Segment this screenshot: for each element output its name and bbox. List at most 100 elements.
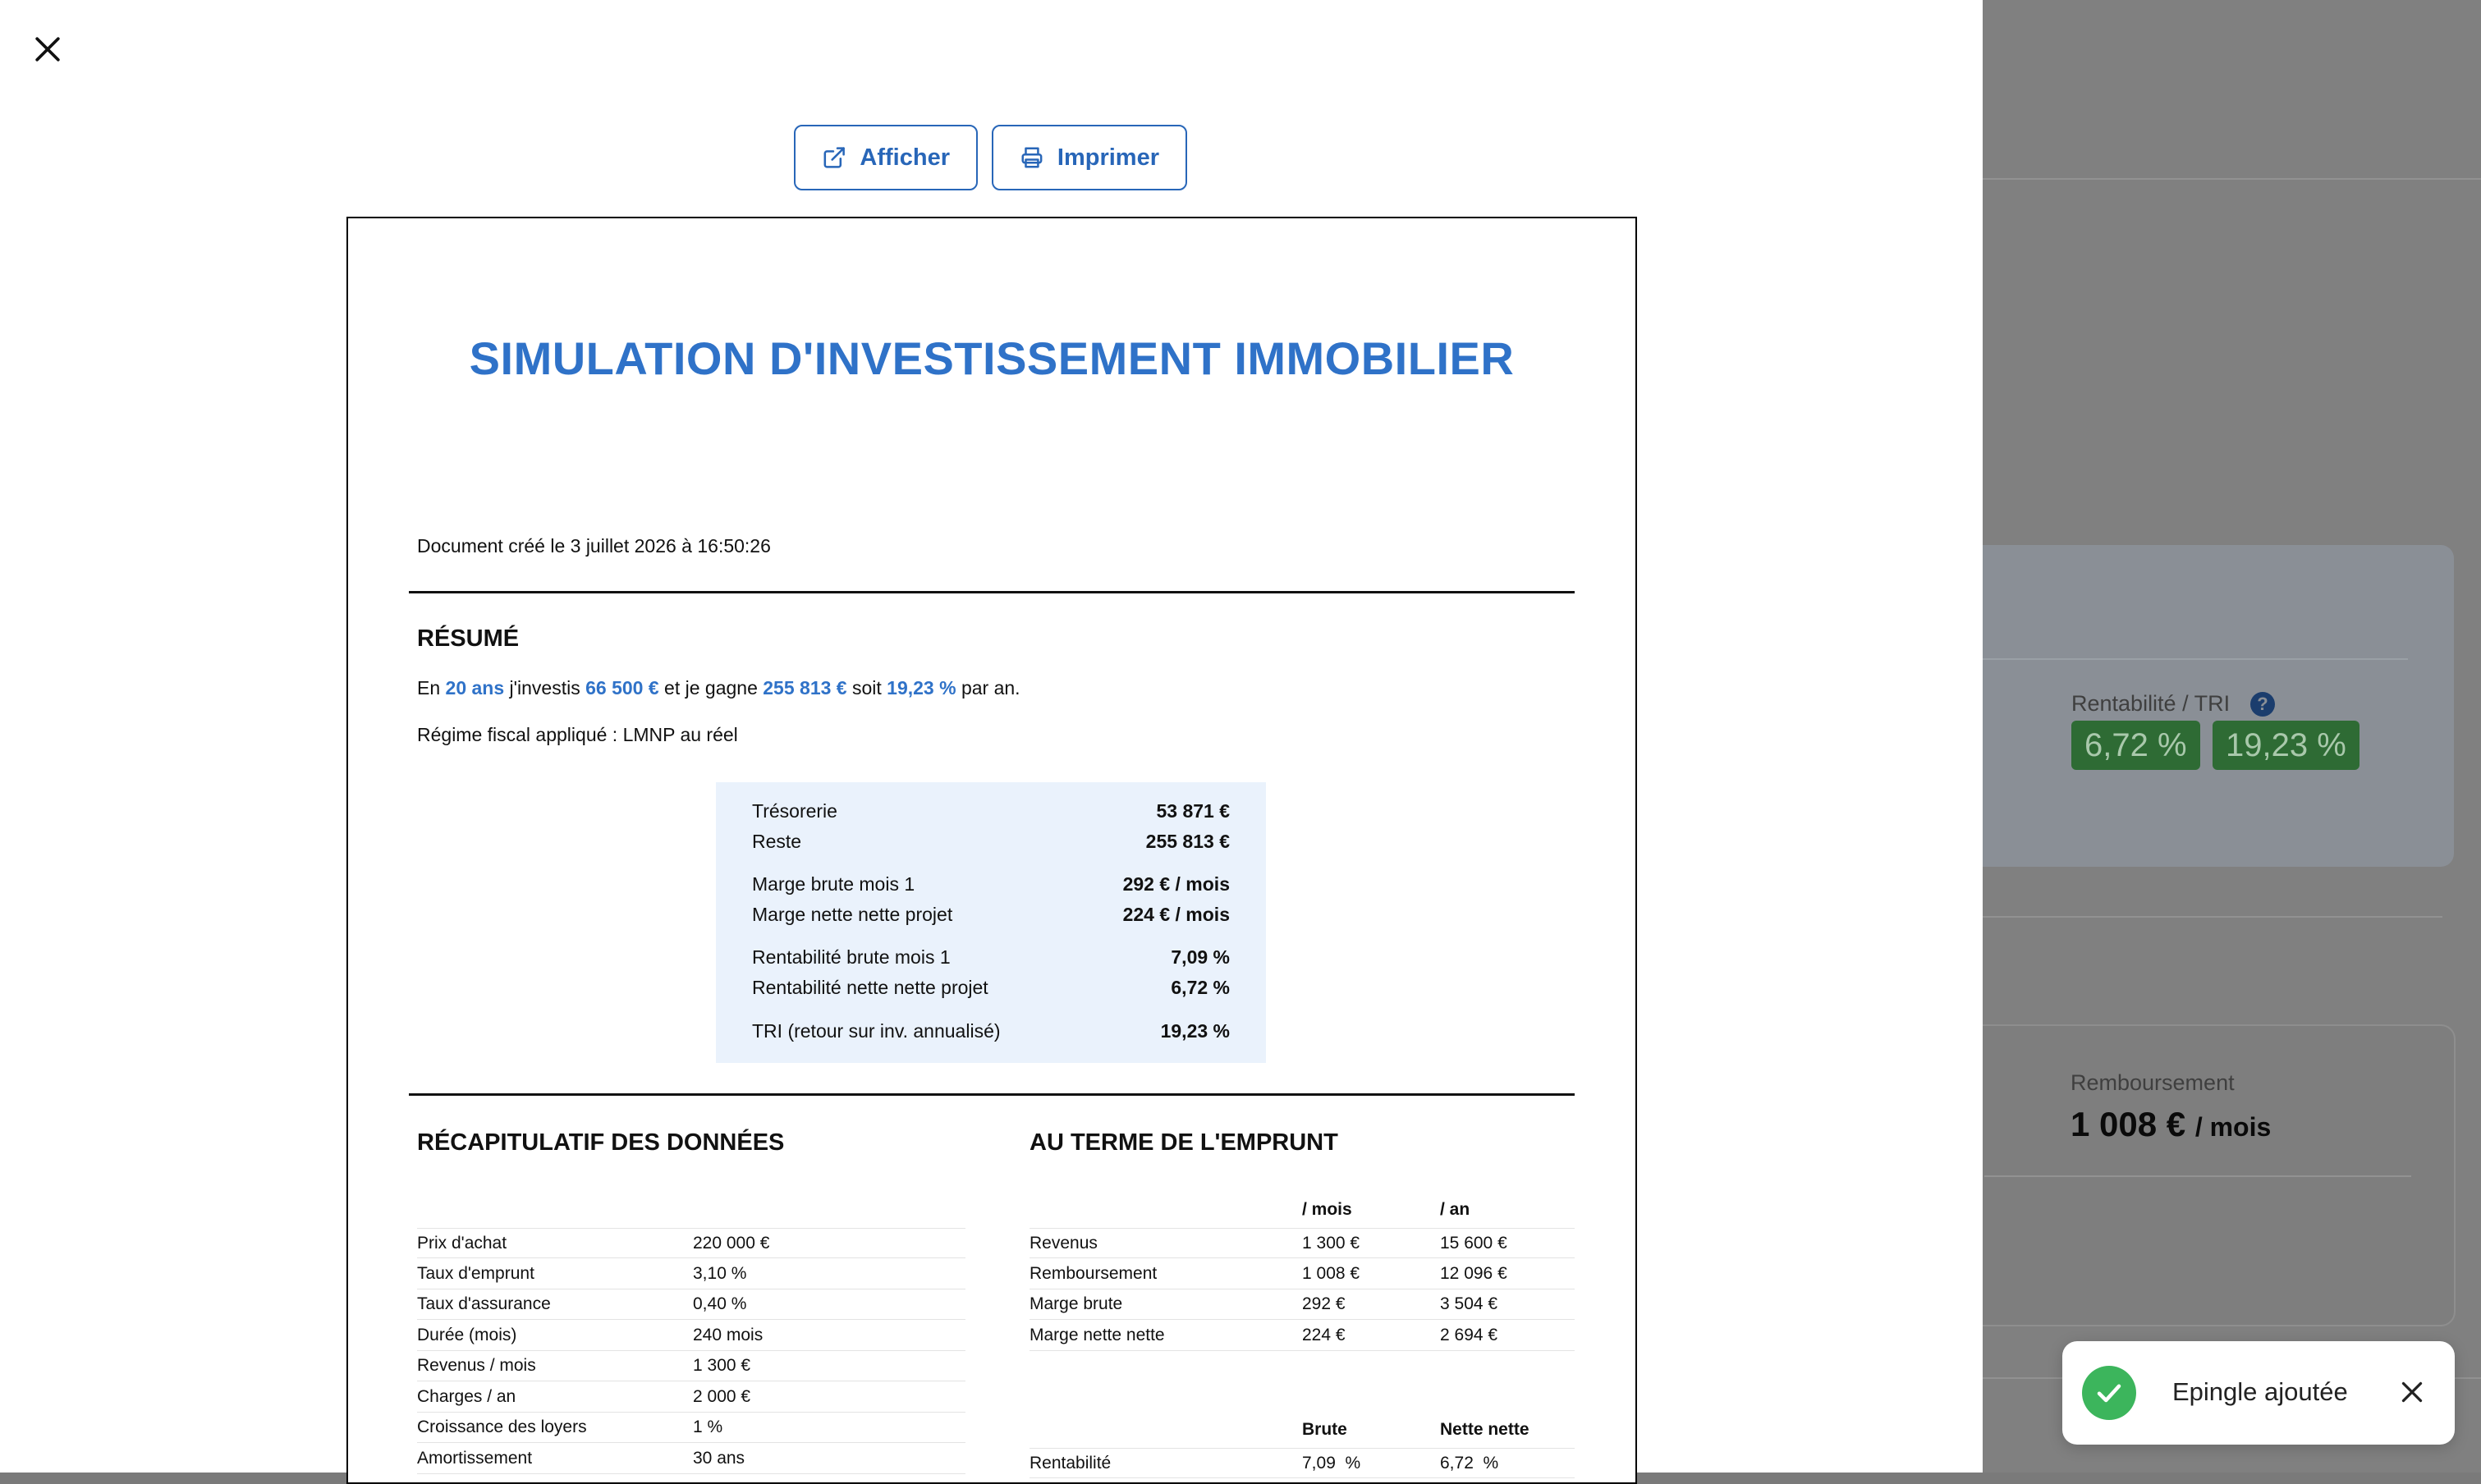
table-row: Marge brute 292 € 3 504 € — [1030, 1289, 1575, 1320]
close-icon[interactable] — [2397, 1377, 2427, 1407]
row-label: Durée (mois) — [417, 1326, 517, 1344]
table-row: Durée (mois) 240 mois — [417, 1321, 965, 1351]
document-created-date: Document créé le 3 juillet 2026 à 16:50:… — [417, 535, 771, 556]
kpi-value: 7,09 % — [1171, 946, 1230, 968]
check-circle-icon — [2082, 1366, 2136, 1420]
bg-remb-value: 1 008 € / mois — [2071, 1105, 2271, 1144]
row-value: 6,72 % — [1440, 1453, 1499, 1473]
kpi-summary-box: Trésorerie 53 871 € Reste 255 813 € Marge … — [716, 782, 1266, 1063]
view-button[interactable]: Afficher — [794, 125, 978, 190]
row-value: 7,09 % — [1302, 1453, 1361, 1473]
kpi-label: Marge brute mois 1 — [752, 873, 915, 895]
row-value: 0,40 % — [693, 1294, 747, 1313]
column-header: / an — [1440, 1200, 1470, 1219]
view-button-label: Afficher — [860, 144, 950, 171]
table-row: Amortissement 30 ans — [417, 1444, 965, 1474]
row-label: Taux d'assurance — [417, 1294, 551, 1313]
summary-text: j'investis — [509, 677, 580, 698]
bg-remb-unit: / mois — [2194, 1112, 2272, 1142]
column-header: Brute — [1302, 1420, 1347, 1439]
kpi-value: 53 871 € — [1156, 800, 1230, 822]
bg-badge-tri: 19,23 % — [2213, 721, 2359, 770]
row-label: Rentabilité — [1030, 1453, 1112, 1473]
bg-badge-rentab: 6,72 % — [2071, 721, 2200, 770]
table-row: Rentabilité 7,09 % 6,72 % — [1030, 1448, 1575, 1478]
row-value: 292 € — [1302, 1294, 1346, 1313]
table-row: Croissance des loyers 1 % — [417, 1413, 965, 1443]
summary-text: par an. — [961, 677, 1020, 698]
row-label: Croissance des loyers — [417, 1418, 587, 1436]
row-label: Amortissement — [417, 1449, 533, 1468]
summary-invest: 66 500 € — [585, 677, 659, 698]
row-label: Revenus — [1030, 1233, 1098, 1253]
row-label: Remboursement — [1030, 1264, 1158, 1283]
table-row: Taux d'emprunt 3,10 % — [417, 1259, 965, 1289]
table-row: Revenus 1 300 € 15 600 € — [1030, 1228, 1575, 1258]
print-preview-modal: Afficher Imprimer SIMULATION D'INVESTISS… — [0, 0, 1983, 1484]
background-app: Rentabilité / TRI ? 6,72 % 19,23 % Rembo… — [1950, 0, 2481, 1473]
row-value: 220 000 € — [693, 1233, 770, 1253]
row-value: 224 € — [1302, 1326, 1346, 1344]
document-title: SIMULATION D'INVESTISSEMENT IMMOBILIER — [469, 332, 1515, 384]
summary-heading: RÉSUMÉ — [417, 625, 520, 652]
bg-remb-label: Remboursement — [2071, 1070, 2235, 1095]
close-icon[interactable] — [30, 31, 66, 67]
kpi-row: Rentabilité nette nette projet 6,72 % — [752, 977, 1230, 999]
print-button[interactable]: Imprimer — [992, 125, 1187, 190]
tax-regime: Régime fiscal appliqué : LMNP au réel — [417, 724, 738, 745]
divider — [409, 591, 1575, 593]
term-heading: AU TERME DE L'EMPRUNT — [1030, 1129, 1338, 1156]
row-label: Revenus / mois — [417, 1356, 536, 1375]
table-row: Charges / an 2 000 € — [417, 1382, 965, 1413]
kpi-label: Rentabilité brute mois 1 — [752, 946, 951, 968]
summary-years: 20 ans — [445, 677, 505, 698]
bg-rentab-label: Rentabilité / TRI — [2071, 691, 2231, 716]
toast-message: Epingle ajoutée — [2172, 1377, 2348, 1406]
kpi-label: TRI (retour sur inv. annualisé) — [752, 1020, 1001, 1042]
external-link-icon — [823, 147, 845, 168]
kpi-label: Reste — [752, 831, 802, 852]
summary-text: et je gagne — [664, 677, 758, 698]
kpi-row: Trésorerie 53 871 € — [752, 800, 1230, 822]
kpi-row: TRI (retour sur inv. annualisé) 19,23 % — [752, 1020, 1230, 1042]
column-header: Nette nette — [1440, 1420, 1529, 1439]
row-label: Charges / an — [417, 1387, 516, 1406]
table-row: Taux d'assurance 0,40 % — [417, 1289, 965, 1320]
row-label: Taux d'emprunt — [417, 1264, 534, 1283]
toast-notification: Epingle ajoutée — [2062, 1341, 2455, 1445]
kpi-label: Marge nette nette projet — [752, 904, 953, 925]
print-button-label: Imprimer — [1057, 144, 1159, 171]
kpi-row: Marge nette nette projet 224 € / mois — [752, 904, 1230, 926]
column-header: / mois — [1302, 1200, 1352, 1219]
table-row: Marge nette nette 224 € 2 694 € — [1030, 1321, 1575, 1351]
printer-icon — [1021, 147, 1043, 168]
kpi-value: 255 813 € — [1145, 831, 1230, 852]
kpi-row: Rentabilité brute mois 1 7,09 % — [752, 946, 1230, 969]
bg-card-divider — [1984, 1175, 2411, 1177]
recap-heading: RÉCAPITULATIF DES DONNÉES — [417, 1129, 785, 1156]
row-value: 1 300 € — [693, 1356, 751, 1375]
kpi-value: 224 € / mois — [1122, 904, 1230, 925]
table-row: Prix d'achat 220 000 € — [417, 1228, 965, 1258]
row-label: Prix d'achat — [417, 1233, 507, 1253]
bg-panel-divider — [1983, 658, 2408, 660]
row-value: 1 300 € — [1302, 1233, 1360, 1253]
row-label: Marge brute — [1030, 1294, 1123, 1313]
kpi-row: Reste 255 813 € — [752, 831, 1230, 853]
bg-divider-2 — [1983, 916, 2442, 918]
kpi-row: Marge brute mois 1 292 € / mois — [752, 873, 1230, 895]
kpi-label: Trésorerie — [752, 800, 837, 822]
bg-remb-amount: 1 008 € — [2071, 1105, 2186, 1143]
table-row: Remboursement 1 008 € 12 096 € — [1030, 1259, 1575, 1289]
help-icon: ? — [2250, 692, 2275, 717]
row-value: 12 096 € — [1440, 1264, 1507, 1283]
table-row: Revenus / mois 1 300 € — [417, 1351, 965, 1381]
row-value: 1 % — [693, 1418, 723, 1436]
summary-sentence: En 20 ans j'investis 66 500 € et je gagn… — [417, 677, 1020, 699]
row-value: 2 000 € — [693, 1387, 751, 1406]
kpi-value: 292 € / mois — [1122, 873, 1230, 895]
row-label: Marge nette nette — [1030, 1326, 1165, 1344]
kpi-label: Rentabilité nette nette projet — [752, 977, 988, 998]
document-page: SIMULATION D'INVESTISSEMENT IMMOBILIER D… — [346, 217, 1637, 1484]
row-value: 15 600 € — [1440, 1233, 1507, 1253]
